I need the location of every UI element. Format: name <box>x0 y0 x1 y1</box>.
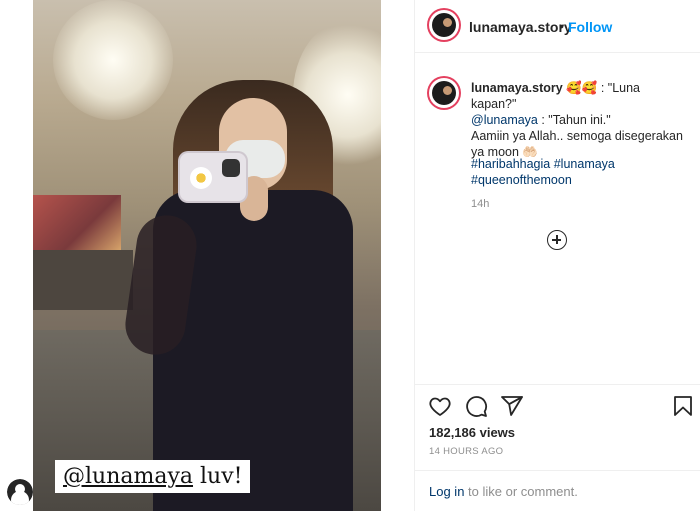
post-media-image[interactable]: @lunamaya luv! <box>33 0 381 511</box>
login-link[interactable]: Log in <box>429 484 464 499</box>
heart-icon[interactable] <box>428 394 452 418</box>
hashtag-link[interactable]: #haribahhagia <box>471 157 550 171</box>
comment-line2: : "Tahun ini." <box>537 113 611 127</box>
chandelier-decoration <box>53 0 173 120</box>
caption-text: luv! <box>193 464 243 489</box>
post-header: lunamaya.story • Follow <box>415 0 700 53</box>
add-icon[interactable] <box>547 230 567 250</box>
comment-emoji: 🥰🥰 <box>566 81 598 95</box>
phone <box>180 153 246 201</box>
daisy-sticker-icon <box>190 167 212 189</box>
comment-time: 14h <box>471 198 490 210</box>
caption-comment: lunamaya.story 🥰🥰 : "Luna kapan?" @lunam… <box>471 80 686 160</box>
background-tables <box>33 250 133 310</box>
profile-avatar[interactable] <box>429 10 459 40</box>
post-time: 14 HOURS AGO <box>429 446 504 457</box>
hashtags: #haribahhagia #lunamaya #queenofthemoon <box>471 156 686 188</box>
comment-mention[interactable]: @lunamaya <box>471 113 538 127</box>
user-avatar-icon[interactable] <box>7 479 33 505</box>
hashtag-link[interactable]: #queenofthemoon <box>471 173 572 187</box>
share-icon[interactable] <box>500 394 524 418</box>
follow-button[interactable]: Follow <box>568 19 612 35</box>
caption-mention: @lunamaya <box>63 464 194 489</box>
hashtag-link[interactable]: #lunamaya <box>554 157 615 171</box>
header-separator: • <box>559 18 564 34</box>
phone-camera <box>222 159 240 177</box>
action-divider <box>415 384 700 386</box>
post-side-panel: lunamaya.story • Follow lunamaya.story 🥰… <box>414 0 700 511</box>
comment-line3: Aamiin ya Allah.. semoga disegerakan ya … <box>471 129 683 159</box>
login-prompt-text: to like or comment. <box>464 484 578 499</box>
header-username[interactable]: lunamaya.story <box>469 19 572 35</box>
view-count[interactable]: 182,186 views <box>429 425 515 440</box>
comment-username[interactable]: lunamaya.story <box>471 81 563 95</box>
login-divider <box>415 470 700 472</box>
login-prompt: Log in to like or comment. <box>429 484 578 499</box>
story-caption-overlay: @lunamaya luv! <box>55 460 251 493</box>
background-screen <box>33 195 121 250</box>
bookmark-icon[interactable] <box>671 394 695 418</box>
comment-avatar[interactable] <box>429 78 459 108</box>
comment-icon[interactable] <box>464 394 488 418</box>
